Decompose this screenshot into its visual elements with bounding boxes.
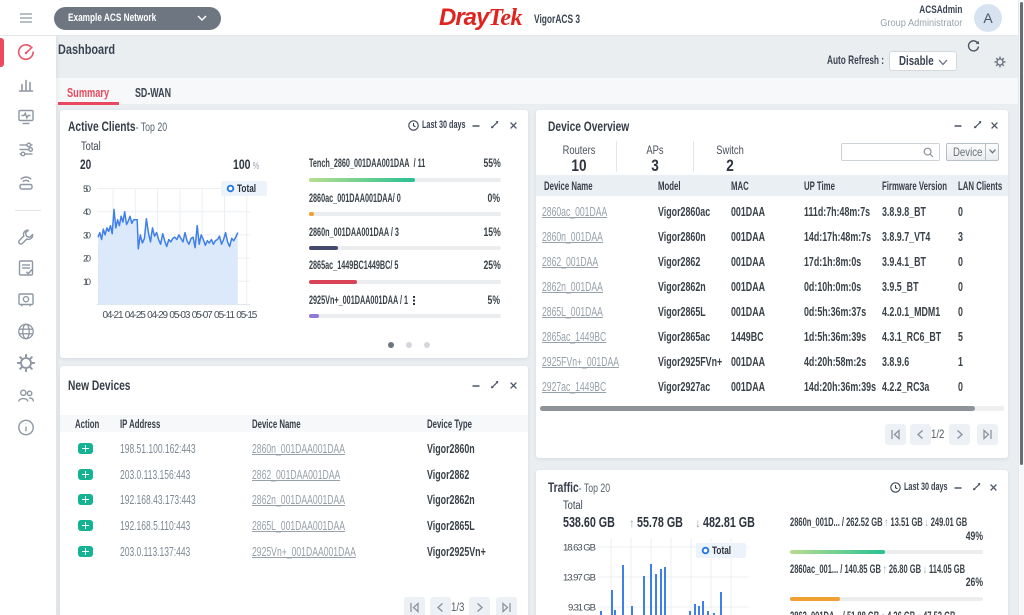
svg-text:04-25: 04-25 [125, 310, 146, 321]
svg-text:10: 10 [83, 277, 91, 288]
svg-text:13.97 GB: 13.97 GB [563, 573, 596, 584]
svg-text:50: 50 [83, 184, 91, 195]
svg-text:04-29: 04-29 [147, 310, 168, 321]
svg-text:05-11: 05-11 [214, 310, 235, 321]
svg-text:9.31 GB: 9.31 GB [568, 603, 596, 614]
svg-text:04-21: 04-21 [103, 310, 124, 321]
svg-text:40: 40 [83, 207, 91, 218]
svg-text:30: 30 [83, 230, 91, 241]
svg-text:05-03: 05-03 [169, 310, 190, 321]
svg-text:05-07: 05-07 [192, 310, 213, 321]
svg-text:20: 20 [83, 254, 91, 265]
svg-text:18.63 GB: 18.63 GB [563, 543, 596, 554]
svg-text:05-15: 05-15 [236, 310, 257, 321]
